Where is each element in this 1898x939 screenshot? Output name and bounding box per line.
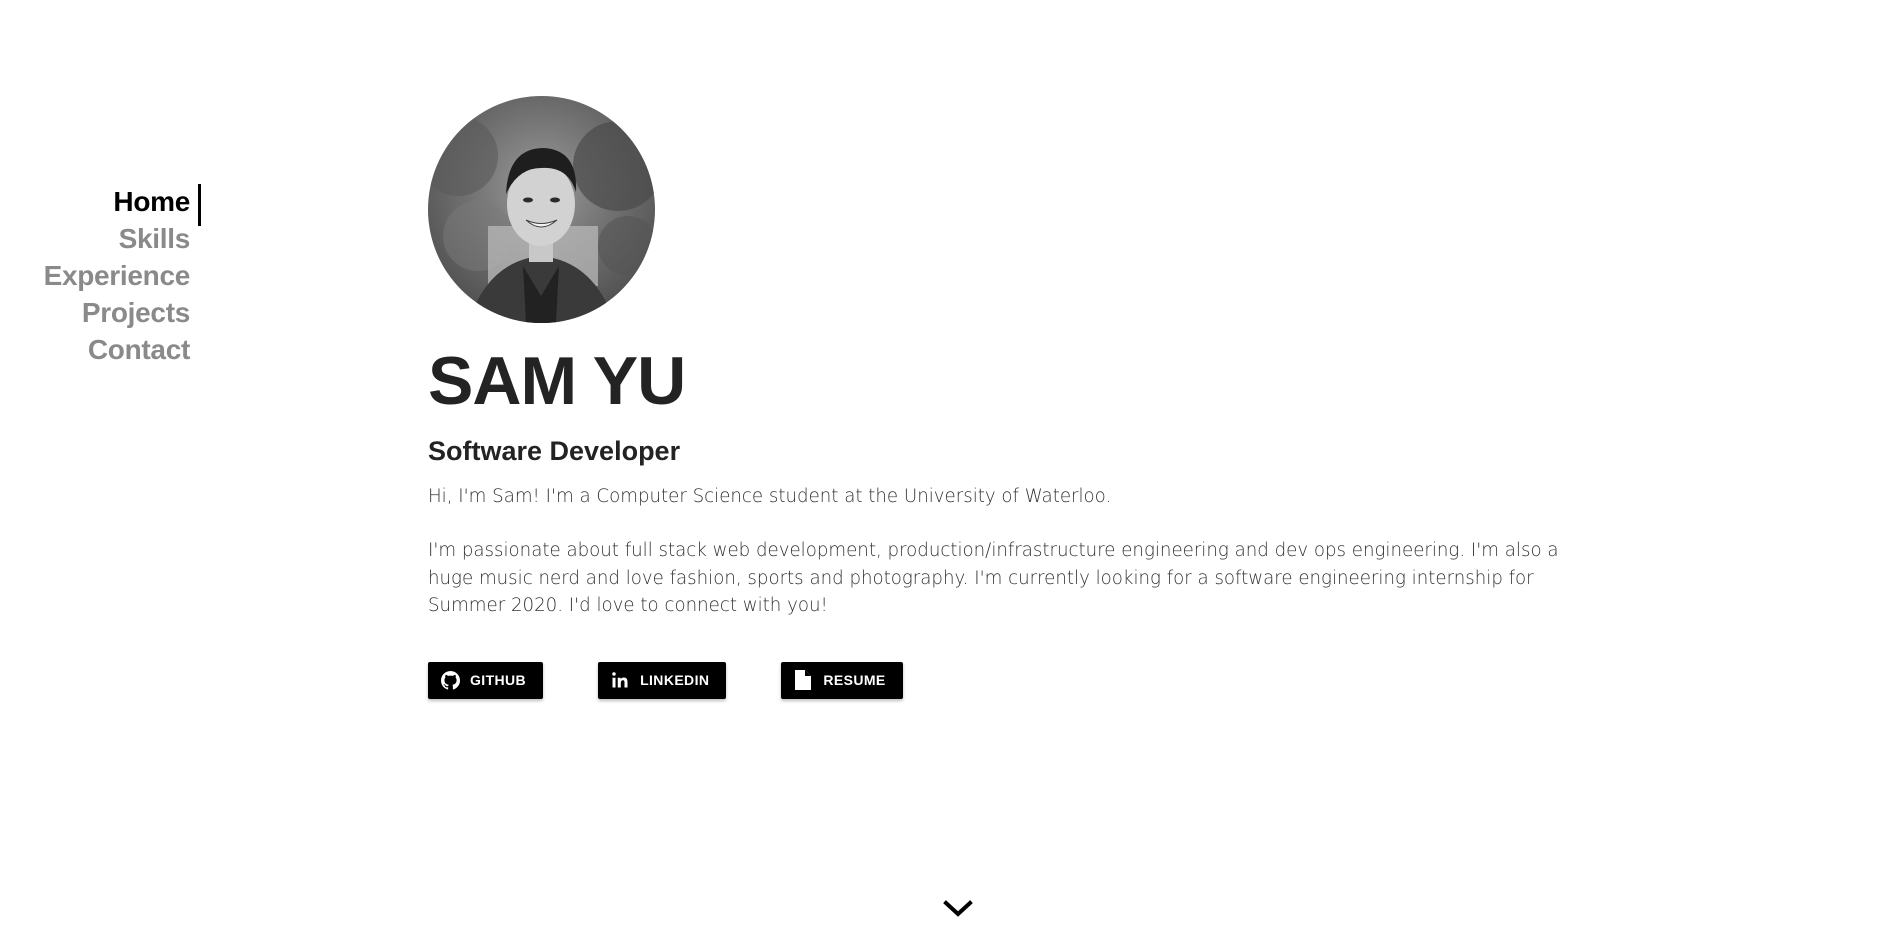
linkedin-button[interactable]: LINKEDIN [598, 661, 727, 699]
profile-name: SAM YU [428, 343, 686, 419]
profile-role: Software Developer [428, 436, 681, 466]
avatar-photo [428, 116, 655, 323]
avatar [428, 96, 655, 323]
portfolio-page: Home Skills Experience Projects Contact [0, 0, 1898, 939]
resume-button-label: RESUME [823, 672, 886, 689]
bio-details: I'm passionate about full stack web deve… [428, 540, 1559, 617]
github-button-label: GITHUB [470, 672, 527, 689]
linkedin-button-label: LINKEDIN [640, 672, 710, 689]
side-nav: Home Skills Experience Projects Contact [0, 183, 201, 368]
chevron-down-icon[interactable] [941, 898, 975, 920]
resume-button[interactable]: RESUME [781, 661, 903, 699]
document-icon [793, 670, 813, 691]
nav-item-skills[interactable]: Skills [0, 220, 191, 257]
github-icon [440, 670, 460, 690]
nav-item-home[interactable]: Home [0, 183, 190, 220]
nav-item-contact[interactable]: Contact [0, 331, 190, 368]
profile-bio: Hi, I'm Sam! I'm a Computer Science stud… [428, 483, 1568, 620]
nav-item-projects[interactable]: Projects [0, 294, 190, 331]
bio-intro: Hi, I'm Sam! I'm a Computer Science stud… [428, 485, 1112, 507]
social-buttons: GITHUB LINKEDIN RESUME [428, 661, 1568, 699]
github-button[interactable]: GITHUB [428, 661, 544, 699]
nav-active-indicator [198, 184, 201, 226]
hero-section: SAM YU Software Developer Hi, I'm Sam! I… [428, 96, 1568, 699]
nav-item-experience[interactable]: Experience [0, 257, 191, 294]
linkedin-icon [610, 670, 630, 690]
